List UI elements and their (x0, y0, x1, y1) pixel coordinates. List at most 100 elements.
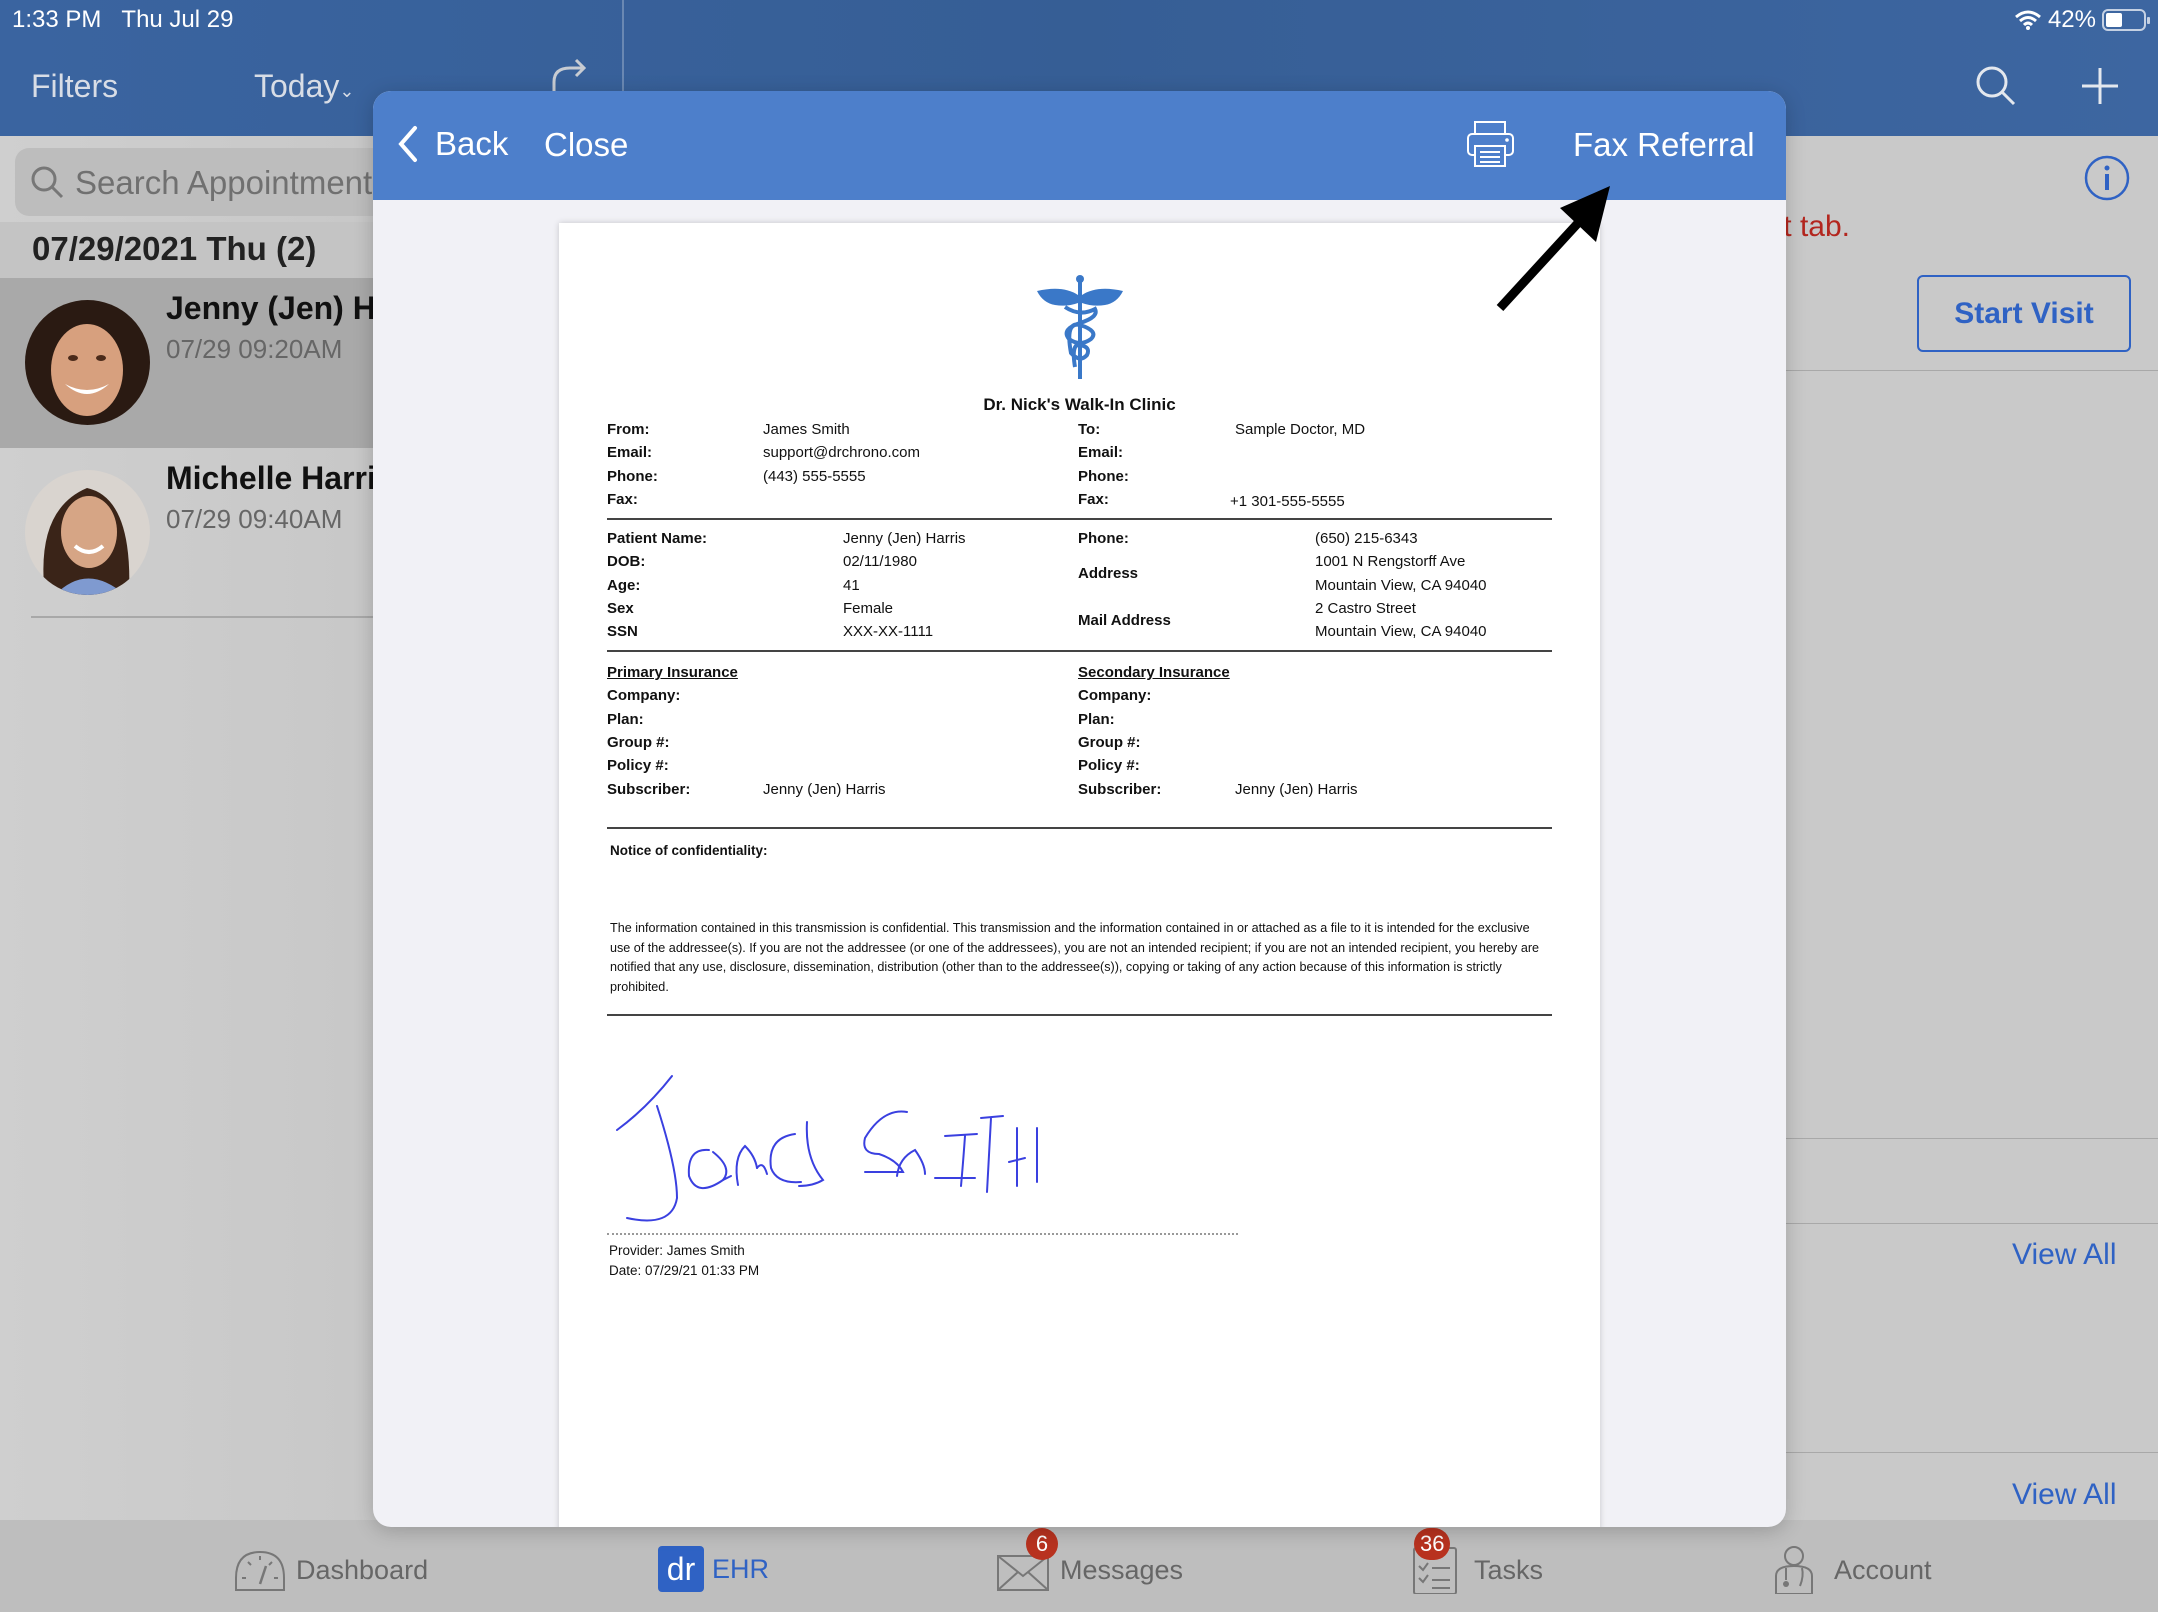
status-clock: 1:33 PM (12, 6, 102, 33)
section-rule (607, 827, 1552, 829)
primary-plan-label: Plan: (607, 711, 644, 728)
primary-group-label: Group #: (607, 734, 670, 751)
to-fax-value: +1 301-555-5555 (1230, 493, 1345, 510)
dashboard-gauge-icon (235, 1550, 285, 1591)
primary-subscriber-value: Jenny (Jen) Harris (763, 781, 886, 798)
today-dropdown[interactable]: Today⌄ (254, 68, 354, 105)
sex-value: Female (843, 600, 894, 617)
address-label: Address (1078, 565, 1139, 582)
age-label: Age: (607, 577, 641, 594)
secondary-policy-label: Policy #: (1078, 757, 1140, 774)
secondary-plan-label: Plan: (1078, 711, 1115, 728)
tab-label: Dashboard (296, 1554, 429, 1585)
from-label: From: (607, 421, 650, 438)
provider-line: Provider: James Smith (609, 1243, 745, 1258)
patient-phone-label: Phone: (1078, 530, 1129, 547)
section-divider (1786, 1138, 2158, 1139)
signature-line (607, 1233, 1238, 1235)
view-all-link[interactable]: View All (2012, 1478, 2117, 1512)
from-phone-label: Phone: (607, 468, 658, 485)
doctor-account-icon (1775, 1546, 1813, 1594)
filters-button[interactable]: Filters (31, 68, 118, 105)
tab-ehr[interactable]: dr EHR (658, 1546, 769, 1592)
today-label: Today (254, 68, 340, 104)
chevron-down-icon: ⌄ (339, 81, 355, 101)
to-label: To: (1078, 421, 1101, 438)
section-divider (1786, 1223, 2158, 1224)
printer-icon (1467, 121, 1514, 167)
date-header-text: 07/29/2021 Thu (2) (32, 230, 317, 267)
primary-subscriber-label: Subscriber: (607, 781, 691, 798)
patient-avatar (25, 300, 150, 425)
tab-label: EHR (712, 1553, 770, 1584)
section-divider (1786, 370, 2158, 371)
referral-document: Dr. Nick's Walk-In Clinic From: Email: P… (559, 223, 1600, 1527)
dob-label: DOB: (607, 553, 646, 570)
mail-address-label: Mail Address (1078, 612, 1171, 629)
info-icon[interactable] (2083, 154, 2131, 202)
to-fax-label: Fax: (1078, 491, 1109, 508)
warning-message: t tab. (1783, 210, 1850, 243)
search-icon (31, 166, 64, 199)
caduceus-logo-icon (1037, 275, 1123, 379)
tab-label: Messages (1060, 1554, 1184, 1585)
modal-header: Back Close Fax Referral (373, 91, 1786, 200)
to-value: Sample Doctor, MD (1235, 421, 1366, 438)
fax-referral-modal: Back Close Fax Referral Dr. Nick's Walk-… (373, 91, 1786, 1527)
section-rule (607, 518, 1552, 520)
bottom-tab-bar: Dashboard dr EHR 6 Messages 36 Tasks Acc… (0, 1520, 2158, 1612)
tab-messages[interactable]: 6 Messages (996, 1528, 1184, 1594)
sex-label: Sex (607, 600, 634, 617)
to-email-label: Email: (1078, 444, 1124, 461)
patient-avatar (25, 470, 150, 595)
envelope-icon-wrap: 6 (996, 1528, 1058, 1594)
from-email-value: support@drchrono.com (763, 444, 920, 461)
status-time: 1:33 PM Thu Jul 29 (12, 6, 233, 34)
patient-phone-value: (650) 215-6343 (1315, 530, 1418, 547)
view-all-link[interactable]: View All (2012, 1238, 2117, 1272)
dr-logo-icon: dr (658, 1546, 704, 1592)
tab-dashboard[interactable]: Dashboard (232, 1546, 428, 1594)
mail-address-line-1: 2 Castro Street (1315, 600, 1416, 617)
secondary-subscriber-value: Jenny (Jen) Harris (1235, 781, 1358, 798)
secondary-insurance-title: Secondary Insurance (1078, 664, 1230, 681)
status-indicators: 42% (2014, 6, 2150, 34)
notice-title: Notice of confidentiality: (610, 843, 768, 858)
fax-referral-button[interactable]: Fax Referral (1573, 126, 1755, 164)
wifi-icon (2014, 10, 2041, 30)
section-rule (607, 1014, 1552, 1016)
battery-percent: 42% (2047, 6, 2096, 33)
close-button[interactable]: Close (544, 126, 628, 164)
confidentiality-notice: The information contained in this transm… (610, 921, 1540, 994)
primary-policy-label: Policy #: (607, 757, 669, 774)
tasks-badge: 36 (1414, 1528, 1451, 1560)
to-phone-label: Phone: (1078, 468, 1129, 485)
from-value: James Smith (763, 421, 850, 438)
ssn-value: XXX-XX-1111 (843, 623, 934, 640)
ssn-label: SSN (607, 623, 638, 640)
dob-value: 02/11/1980 (843, 553, 917, 570)
battery-icon (2102, 9, 2150, 31)
back-button[interactable]: Back (397, 125, 508, 163)
section-divider (1786, 1452, 2158, 1453)
tab-account[interactable]: Account (1770, 1546, 1932, 1594)
patient-name-label: Patient Name: (607, 530, 708, 547)
status-date: Thu Jul 29 (121, 6, 234, 33)
start-visit-button[interactable]: Start Visit (1917, 275, 2131, 352)
plus-icon[interactable] (2080, 66, 2120, 106)
age-value: 41 (843, 577, 860, 594)
search-icon[interactable] (1974, 64, 2018, 108)
clinic-name: Dr. Nick's Walk-In Clinic (983, 395, 1176, 414)
primary-insurance-title: Primary Insurance (607, 664, 738, 681)
secondary-company-label: Company: (1078, 687, 1152, 704)
messages-badge: 6 (1026, 1528, 1058, 1560)
from-email-label: Email: (607, 444, 653, 461)
section-rule (607, 650, 1552, 652)
appointment-time: 07/29 09:20AM (166, 334, 343, 364)
tab-tasks[interactable]: 36 Tasks (1410, 1528, 1543, 1595)
print-button[interactable] (1466, 119, 1516, 169)
patient-name-value: Jenny (Jen) Harris (843, 530, 966, 547)
checklist-icon-wrap: 36 (1410, 1528, 1466, 1595)
signature-drawing: James Smith (616, 1075, 1038, 1222)
patient-name: Michelle Harris (166, 460, 394, 496)
